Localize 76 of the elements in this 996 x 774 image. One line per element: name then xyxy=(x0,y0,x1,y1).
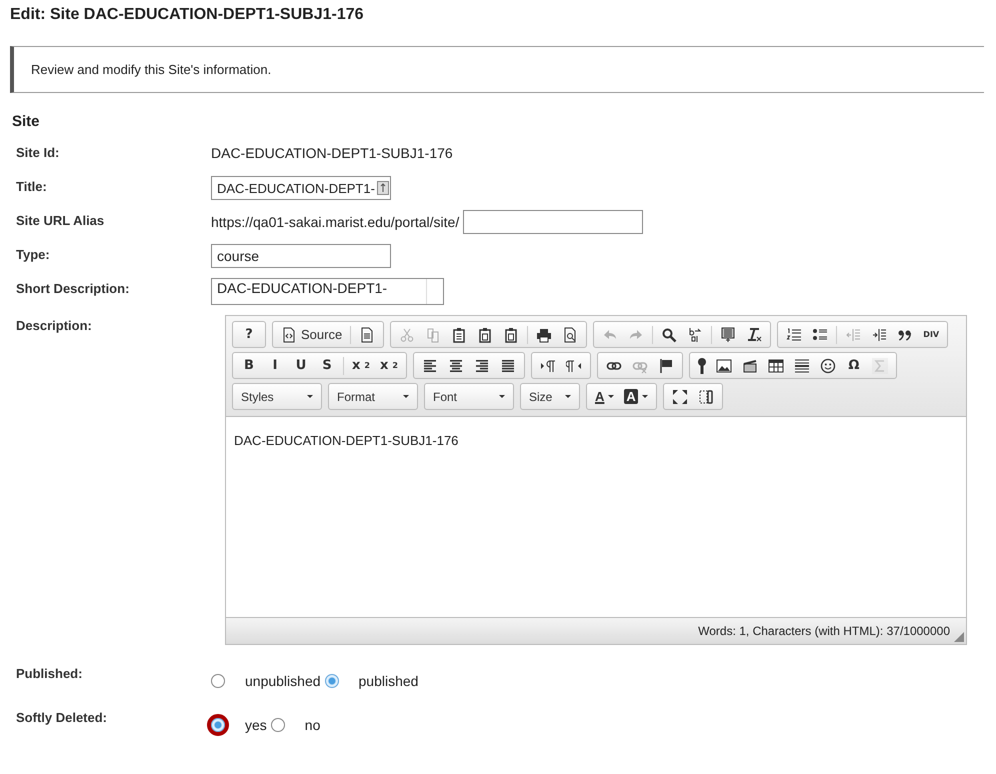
short-description-field[interactable]: DAC-EDUCATION-DEPT1- xyxy=(211,278,444,305)
clear-format-icon xyxy=(746,326,762,342)
radio-label: unpublished xyxy=(245,673,321,689)
paste-word-icon xyxy=(503,326,520,342)
indent-icon xyxy=(871,326,888,342)
instruction-banner: Review and modify this Site's information. xyxy=(10,46,984,93)
field-label: Title: xyxy=(15,178,48,194)
toolbar-button[interactable]: I xyxy=(262,354,288,378)
field-label: Softly Deleted: xyxy=(15,709,108,725)
rtl-icon xyxy=(566,358,582,374)
url-prefix: https://qa01-sakai.marist.edu/portal/site/ xyxy=(211,214,460,230)
dropdown[interactable]: Format xyxy=(328,383,418,410)
search-icon xyxy=(661,326,678,342)
section-title: Site xyxy=(12,113,41,130)
document-icon xyxy=(359,326,376,342)
maximize-icon xyxy=(672,388,688,404)
field-helper-icon[interactable] xyxy=(376,181,389,195)
align-left-icon xyxy=(422,358,438,374)
align-center-icon xyxy=(448,358,464,374)
numbered-list-icon xyxy=(786,326,802,342)
radio-button[interactable] xyxy=(270,718,285,732)
radio-label: published xyxy=(358,673,418,689)
field-label: Short Description: xyxy=(15,280,130,296)
radio-button[interactable] xyxy=(211,718,225,732)
url-alias-field[interactable] xyxy=(463,210,644,234)
preview-icon xyxy=(562,326,578,342)
background-color-button[interactable]: A xyxy=(619,384,653,408)
sigma-icon xyxy=(872,358,888,374)
radio-label: yes xyxy=(245,717,267,733)
toolbar-button[interactable]: B xyxy=(236,354,262,378)
toolbar-button[interactable]: Ω xyxy=(840,354,867,378)
toolbar-button[interactable]: S xyxy=(314,354,340,378)
cut-icon xyxy=(399,326,416,342)
field-label: Site URL Alias xyxy=(15,212,106,228)
word-count: Words: 1, Characters (with HTML): 37/1000000 xyxy=(698,624,950,638)
replace-icon xyxy=(687,326,704,342)
video-icon xyxy=(742,358,758,374)
table-icon xyxy=(768,358,784,374)
radio-button[interactable] xyxy=(211,674,225,688)
site-id-value: DAC-EDUCATION-DEPT1-SUBJ1-176 xyxy=(211,144,453,161)
toolbar-button[interactable]: DIV xyxy=(918,322,944,346)
toolbar-button[interactable]: U xyxy=(288,354,314,378)
print-icon xyxy=(536,326,552,342)
rule-icon xyxy=(794,358,810,374)
field-label: Published: xyxy=(15,665,84,681)
toolbar-button[interactable]: x$^{2}$ xyxy=(374,354,403,378)
paste-text-icon xyxy=(477,326,494,342)
text-field[interactable]: DAC-EDUCATION-DEPT1- xyxy=(211,176,391,200)
toolbar-button[interactable]: ? xyxy=(236,322,262,346)
justify-icon xyxy=(500,358,516,374)
ltr-icon xyxy=(540,358,556,374)
paste-icon xyxy=(451,326,468,342)
dropdown[interactable]: Styles xyxy=(232,383,322,410)
image-icon xyxy=(716,358,732,374)
align-right-icon xyxy=(474,358,490,374)
resize-grip-icon[interactable] xyxy=(954,632,964,642)
select-all-icon xyxy=(720,326,736,342)
smiley-icon xyxy=(820,358,836,374)
dropdown[interactable]: Size xyxy=(520,383,580,410)
copy-icon xyxy=(425,326,442,342)
field-label: Site Id: xyxy=(15,144,60,160)
dropdown[interactable]: Font xyxy=(424,383,514,410)
anchor-icon xyxy=(658,358,674,374)
source-button[interactable]: Source xyxy=(276,322,348,346)
radio-button[interactable] xyxy=(324,674,339,688)
field-label: Description: xyxy=(15,317,93,335)
text-color-button[interactable]: A xyxy=(590,384,620,408)
page-title: Edit: Site DAC-EDUCATION-DEPT1-SUBJ1-176 xyxy=(10,5,365,25)
bulleted-list-icon xyxy=(812,326,828,342)
outdent-icon xyxy=(845,326,862,342)
pin-icon xyxy=(698,358,706,374)
blocks-icon xyxy=(698,388,714,404)
field-label: Type: xyxy=(15,246,51,262)
text-field[interactable]: course xyxy=(211,244,391,268)
source-icon xyxy=(281,326,297,342)
radio-label: no xyxy=(304,717,320,733)
